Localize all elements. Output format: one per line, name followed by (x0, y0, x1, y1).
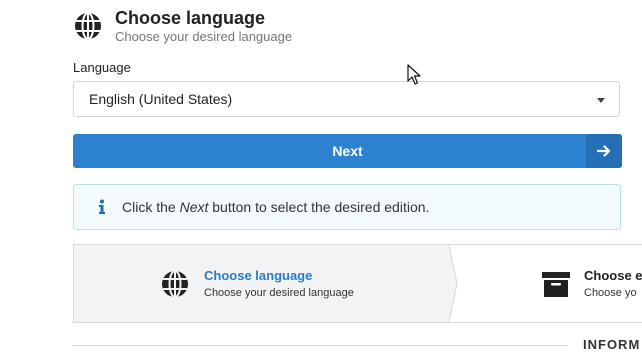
next-button[interactable]: Next (73, 134, 622, 168)
page-header: Choose language Choose your desired lang… (73, 6, 292, 46)
info-text: Click the Next button to select the desi… (122, 199, 430, 215)
page-subtitle: Choose your desired language (115, 29, 293, 44)
page-title: Choose language (115, 8, 266, 28)
step-subtitle: Choose yo (584, 287, 637, 299)
archive-box-icon (542, 272, 570, 297)
language-label: Language (73, 60, 131, 75)
globe-icon (162, 270, 188, 298)
info-message: Click the Next button to select the desi… (73, 184, 621, 230)
step-title: Choose language (204, 268, 313, 283)
step-title: Choose ed (584, 268, 642, 283)
section-divider (73, 345, 568, 346)
info-emphasis: Next (179, 199, 209, 215)
steps-bar: Choose language Choose your desired lang… (73, 244, 642, 323)
step-subtitle: Choose your desired language (204, 287, 354, 299)
globe-icon (75, 12, 101, 40)
mouse-cursor-icon (407, 64, 421, 85)
section-heading: INFORM (583, 337, 641, 352)
language-select-value: English (United States) (89, 91, 233, 107)
language-select[interactable]: English (United States) (73, 81, 620, 117)
step-choose-language[interactable]: Choose language Choose your desired lang… (74, 245, 449, 322)
step-chevron-divider (444, 245, 458, 322)
arrow-right-icon (586, 134, 622, 168)
info-icon (99, 199, 105, 214)
caret-down-icon (597, 98, 605, 103)
next-button-label: Next (332, 143, 363, 159)
